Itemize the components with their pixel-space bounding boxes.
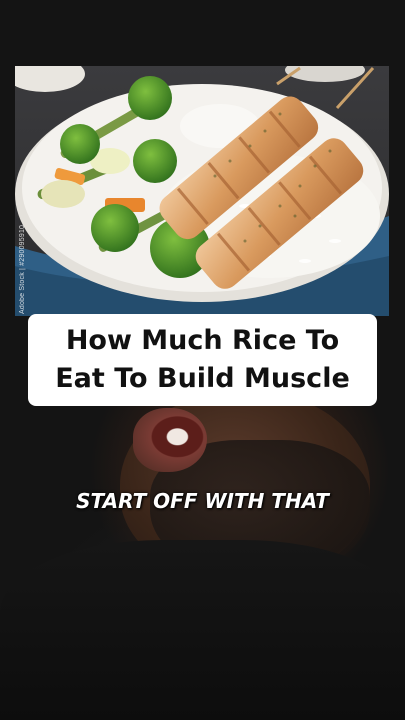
stock-watermark: Adobe Stock | #290095910: [19, 224, 26, 314]
broccoli: [128, 76, 172, 120]
title-card: How Much Rice To Eat To Build Muscle: [28, 314, 377, 406]
title-line-1: How Much Rice To: [65, 325, 340, 356]
food-photo-illustration: [15, 66, 389, 316]
title-line-2: Eat To Build Muscle: [55, 363, 350, 394]
person-shirt: [0, 540, 405, 720]
zucchini: [41, 180, 85, 208]
subtitle-caption: START OFF WITH THAT: [76, 489, 329, 513]
food-photo: Adobe Stock | #290095910: [15, 66, 389, 316]
